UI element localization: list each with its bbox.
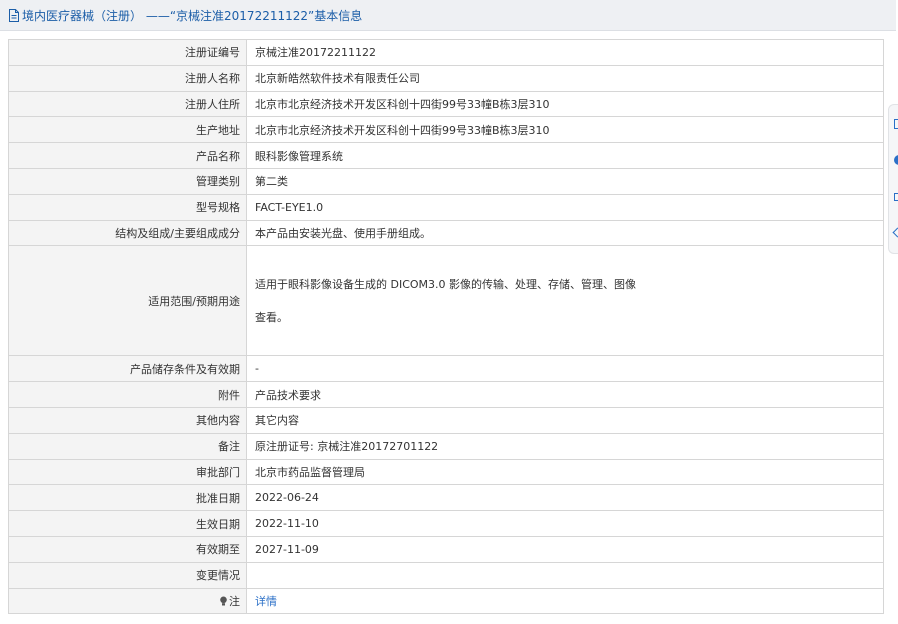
table-row: 其他内容 其它内容 [8,406,884,434]
table-row: 管理类别 第二类 [8,167,884,195]
table-row: 注 详情 [8,587,884,615]
side-toolbar [888,104,898,254]
field-value: 原注册证号: 京械注准20172701122 [246,432,884,460]
table-row: 适用范围/预期用途 适用于眼科影像设备生成的 DICOM3.0 影像的传输、处理… [8,245,884,357]
field-value: FACT-EYE1.0 [246,193,884,221]
field-label: 管理类别 [8,167,247,195]
note-label: 注 [229,594,240,608]
table-row: 注册人名称 北京新皓然软件技术有限责任公司 [8,64,884,92]
share-icon[interactable] [894,119,898,129]
chevron-up-icon[interactable] [892,227,898,238]
table-row: 型号规格 FACT-EYE1.0 [8,193,884,221]
field-label: 注 [8,587,247,615]
usage-text-line1: 适用于眼科影像设备生成的 DICOM3.0 影像的传输、处理、存储、管理、图像 [255,277,637,291]
field-label: 审批部门 [8,458,247,486]
field-label: 批准日期 [8,484,247,512]
table-row: 产品名称 眼科影像管理系统 [8,142,884,169]
usage-text-line2: 查看。 [255,310,288,324]
field-value: 北京市北京经济技术开发区科创十四街99号33幢B栋3层310 [246,116,884,144]
table-row: 注册证编号 京械注准20172211122 [8,39,884,66]
detail-table: 注册证编号 京械注准20172211122 注册人名称 北京新皓然软件技术有限责… [8,39,884,615]
field-value: 适用于眼科影像设备生成的 DICOM3.0 影像的传输、处理、存储、管理、图像 … [246,245,884,357]
table-row: 生产地址 北京市北京经济技术开发区科创十四街99号33幢B栋3层310 [8,116,884,144]
field-label: 生效日期 [8,510,247,537]
table-row: 生效日期 2022-11-10 [8,510,884,537]
circle-icon[interactable] [894,155,898,165]
details-link[interactable]: 详情 [255,595,277,608]
detail-table-container: 注册证编号 京械注准20172211122 注册人名称 北京新皓然软件技术有限责… [8,39,884,615]
field-value: 第二类 [246,167,884,195]
table-row: 批准日期 2022-06-24 [8,484,884,512]
field-value: 其它内容 [246,406,884,434]
table-row: 附件 产品技术要求 [8,381,884,408]
field-value: 详情 [246,587,884,615]
box-icon[interactable] [894,193,898,201]
field-value: 产品技术要求 [246,381,884,408]
field-label: 有效期至 [8,535,247,563]
field-label: 产品储存条件及有效期 [8,355,247,383]
document-icon [9,8,19,22]
field-label: 注册人住所 [8,90,247,118]
field-value [246,561,884,589]
table-row: 变更情况 [8,561,884,589]
field-value: 北京市北京经济技术开发区科创十四街99号33幢B栋3层310 [246,90,884,118]
page-header: 境内医疗器械（注册） ——“京械注准20172211122”基本信息 [0,0,896,31]
field-label: 结构及组成/主要组成成分 [8,219,247,247]
field-value: 本产品由安装光盘、使用手册组成。 [246,219,884,247]
field-value: 2022-06-24 [246,484,884,512]
field-value: 2027-11-09 [246,535,884,563]
table-row: 注册人住所 北京市北京经济技术开发区科创十四街99号33幢B栋3层310 [8,90,884,118]
field-label: 生产地址 [8,116,247,144]
field-label: 注册人名称 [8,64,247,92]
field-label: 适用范围/预期用途 [8,245,247,357]
field-label: 备注 [8,432,247,460]
table-row: 备注 原注册证号: 京械注准20172701122 [8,432,884,460]
field-value: 京械注准20172211122 [246,39,884,66]
field-label: 注册证编号 [8,39,247,66]
field-label: 型号规格 [8,193,247,221]
field-value: 2022-11-10 [246,510,884,537]
field-label: 其他内容 [8,406,247,434]
field-label: 变更情况 [8,561,247,589]
field-label: 附件 [8,381,247,408]
field-value: 北京市药品监督管理局 [246,458,884,486]
field-value: - [246,355,884,383]
field-label: 产品名称 [8,142,247,169]
table-row: 审批部门 北京市药品监督管理局 [8,458,884,486]
table-row: 产品储存条件及有效期 - [8,355,884,383]
lightbulb-icon [220,596,227,606]
table-row: 结构及组成/主要组成成分 本产品由安装光盘、使用手册组成。 [8,219,884,247]
field-value: 眼科影像管理系统 [246,142,884,169]
table-row: 有效期至 2027-11-09 [8,535,884,563]
field-value: 北京新皓然软件技术有限责任公司 [246,64,884,92]
page-title: 境内医疗器械（注册） ——“京械注准20172211122”基本信息 [22,8,363,23]
